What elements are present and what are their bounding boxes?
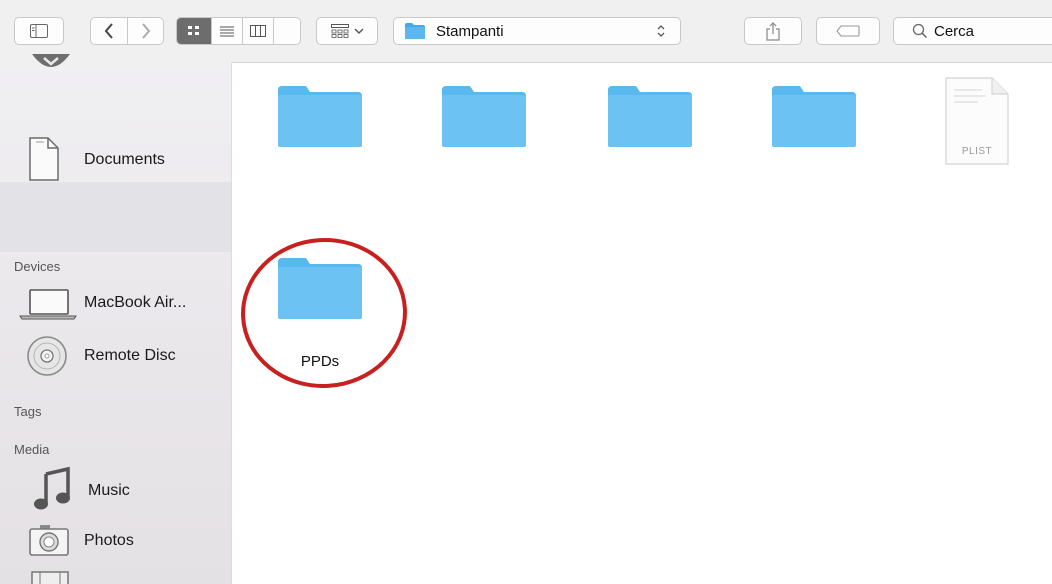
current-folder-name: Stampanti [436, 22, 504, 40]
icon-view-button[interactable] [177, 18, 211, 44]
list-icon [220, 26, 234, 37]
sidebar-item-label: MacBook Air... [84, 294, 187, 311]
updown-chevron-icon [657, 25, 665, 37]
downloads-icon[interactable] [30, 54, 72, 74]
sidebar: Documents Devices MacBook Air... Remote … [0, 54, 232, 584]
sidebar-toggle-button[interactable] [14, 17, 64, 45]
sidebar-item-label: Photos [84, 532, 134, 549]
coverflow-view-button[interactable] [274, 18, 301, 44]
sidebar-section-tags: Tags [14, 404, 42, 419]
sidebar-item-music[interactable]: Music [0, 466, 231, 512]
column-view-button[interactable] [243, 18, 273, 44]
sidebar-selection-band [0, 182, 231, 252]
sidebar-item-label: Music [88, 482, 130, 499]
search-icon [912, 23, 928, 39]
search-placeholder: Cerca [934, 22, 975, 40]
sidebar-item-label: Remote Disc [84, 347, 176, 364]
grid-icon [188, 26, 199, 35]
back-button[interactable] [91, 18, 127, 44]
folder-item[interactable] [770, 82, 858, 147]
sidebar-icon [30, 24, 48, 38]
sidebar-item-macbook-air[interactable]: MacBook Air... [0, 284, 231, 324]
chevron-right-icon [142, 23, 151, 39]
sidebar-item-label: Documents [84, 151, 165, 168]
folder-icon [405, 23, 425, 39]
folder-icon [608, 86, 692, 147]
film-icon[interactable] [30, 570, 70, 584]
tag-icon [836, 25, 860, 37]
share-button[interactable] [744, 17, 802, 45]
list-view-button[interactable] [212, 18, 242, 44]
arrange-dropdown[interactable] [316, 17, 378, 45]
view-mode-control [176, 17, 301, 45]
path-popup-button[interactable]: Stampanti [393, 17, 681, 45]
folder-item[interactable] [276, 82, 364, 147]
sidebar-item-photos[interactable]: Photos [0, 520, 231, 560]
columns-icon [250, 25, 266, 37]
plist-file-item[interactable]: PLIST [942, 76, 1012, 166]
folder-icon [278, 86, 362, 147]
forward-button[interactable] [128, 18, 164, 44]
sidebar-section-devices: Devices [14, 259, 61, 274]
arrange-grid-icon [330, 24, 349, 38]
sidebar-item-documents[interactable]: Documents [0, 134, 231, 186]
tag-button[interactable] [816, 17, 880, 45]
document-icon [29, 137, 59, 181]
laptop-icon [19, 289, 77, 320]
sidebar-item-remote-disc[interactable]: Remote Disc [0, 334, 231, 376]
camera-icon [29, 525, 69, 556]
back-forward-control [90, 17, 164, 45]
chevron-down-icon [354, 28, 363, 34]
music-note-icon [34, 466, 70, 510]
share-icon [766, 22, 780, 41]
folder-icon [772, 86, 856, 147]
folder-item[interactable] [440, 82, 528, 147]
search-field[interactable]: Cerca [893, 17, 1052, 45]
disc-icon [27, 336, 67, 376]
file-type-badge: PLIST [961, 146, 993, 157]
finder-toolbar: Stampanti Cerca [0, 0, 1052, 63]
chevron-left-icon [104, 23, 113, 39]
folder-icon [442, 86, 526, 147]
sidebar-section-media: Media [14, 442, 50, 457]
folder-item[interactable] [606, 82, 694, 147]
